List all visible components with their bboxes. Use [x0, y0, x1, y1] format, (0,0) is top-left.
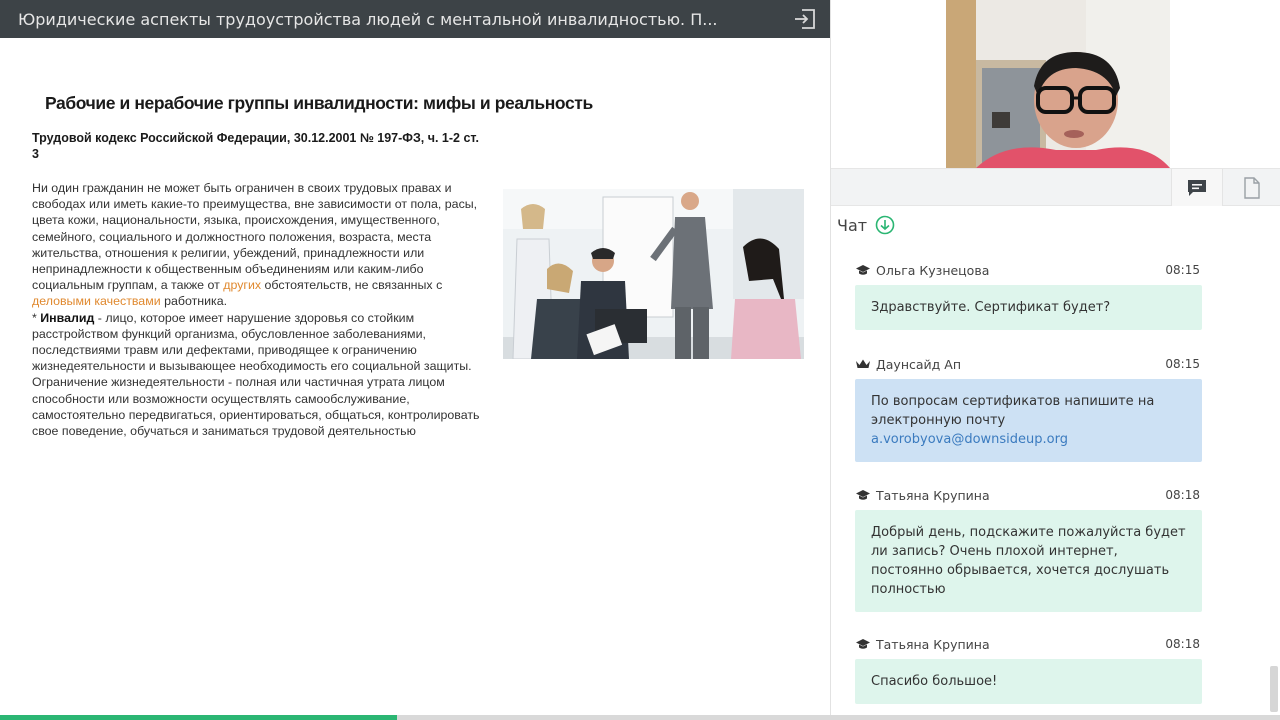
panel-tabs	[831, 168, 1280, 206]
message-text: Спасибо большое!	[871, 674, 998, 689]
message-author-block: Ольга Кузнецова	[855, 263, 989, 278]
scroll-down-icon[interactable]	[875, 215, 895, 235]
slide-term: Инвалид	[40, 310, 95, 325]
presentation-slide: Рабочие и нерабочие группы инвалидности:…	[0, 38, 830, 720]
crown-icon	[856, 359, 870, 368]
message-author-block: Татьяна Крупина	[855, 637, 990, 652]
message-time: 08:18	[1165, 637, 1200, 651]
playback-progress-fill	[0, 715, 397, 720]
message-header: Татьяна Крупина 08:18	[855, 635, 1202, 653]
presentation-area: Юридические аспекты трудоустройства люде…	[0, 0, 830, 720]
message-author-block: Татьяна Крупина	[855, 488, 990, 503]
message-header: Татьяна Крупина 08:18	[855, 486, 1202, 504]
webinar-app: Юридические аспекты трудоустройства люде…	[0, 0, 1280, 720]
message-bubble: Здравствуйте. Сертификат будет?	[855, 285, 1202, 330]
message-time: 08:15	[1165, 357, 1200, 371]
message-text: Добрый день, подскажите пожалуйста будет…	[871, 525, 1186, 597]
exit-button[interactable]	[792, 7, 818, 31]
chat-bubble-icon	[1188, 179, 1206, 196]
slide-text: - лицо, которое имеет нарушение здоровья…	[32, 310, 480, 439]
message-author: Даунсайд Ап	[876, 356, 961, 372]
message-author: Ольга Кузнецова	[876, 262, 990, 278]
slide-title: Рабочие и нерабочие группы инвалидности:…	[45, 93, 593, 113]
slide-text: работника.	[160, 294, 228, 309]
message-header: Ольга Кузнецова 08:15	[855, 261, 1202, 279]
message-author: Татьяна Крупина	[876, 487, 990, 503]
playback-progress[interactable]	[0, 715, 1280, 720]
message-bubble: Добрый день, подскажите пожалуйста будет…	[855, 510, 1202, 612]
message-time: 08:15	[1165, 263, 1200, 277]
message-bubble: Спасибо большое!	[855, 659, 1202, 704]
exit-icon	[795, 9, 815, 29]
email-link[interactable]: a.vorobyova@downsideup.org	[871, 432, 1068, 447]
side-panel: Чат Ольга Кузнецова 08:15 Здравствуйте.	[830, 0, 1280, 720]
document-icon	[1244, 176, 1260, 199]
chat-scrollbar[interactable]	[1270, 666, 1278, 712]
graduation-cap-icon	[856, 639, 870, 649]
chat-title: Чат	[837, 215, 868, 235]
message-time: 08:18	[1165, 488, 1200, 502]
message-author-block: Даунсайд Ап	[855, 357, 961, 372]
graduation-cap-icon	[856, 265, 870, 275]
tab-files[interactable]	[1229, 169, 1275, 206]
slide-link-business: деловыми качествами	[32, 294, 161, 309]
message-header: Даунсайд Ап 08:15	[855, 355, 1202, 373]
webinar-title: Юридические аспекты трудоустройства люде…	[18, 9, 718, 29]
message-text: По вопросам сертификатов напишите на эле…	[871, 394, 1155, 428]
message-author: Татьяна Крупина	[876, 636, 990, 652]
chat-message: Даунсайд Ап 08:15 По вопросам сертификат…	[855, 355, 1202, 462]
slide-link-other: других	[223, 278, 262, 293]
slide-subtitle: Трудовой кодекс Российской Федерации, 30…	[32, 131, 479, 161]
slide-body: Ни один гражданин не может быть ограниче…	[32, 180, 487, 439]
slide-text: обстоятельств, не связанных с	[261, 278, 443, 293]
chat-message: Ольга Кузнецова 08:15 Здравствуйте. Серт…	[855, 261, 1202, 330]
chat-message: Татьяна Крупина 08:18 Добрый день, подск…	[855, 486, 1202, 612]
tab-chat[interactable]	[1171, 169, 1223, 206]
message-bubble: По вопросам сертификатов напишите на эле…	[855, 379, 1202, 462]
office-meeting-photo	[503, 189, 804, 359]
message-text: Здравствуйте. Сертификат будет?	[871, 300, 1111, 315]
chat-header: Чат	[837, 214, 895, 236]
speaker-video	[946, 0, 1170, 168]
slide-text: Ни один гражданин не может быть ограниче…	[32, 181, 478, 293]
graduation-cap-icon	[856, 490, 870, 500]
chat-message: Татьяна Крупина 08:18 Спасибо большое!	[855, 635, 1202, 704]
top-bar: Юридические аспекты трудоустройства люде…	[0, 0, 830, 38]
